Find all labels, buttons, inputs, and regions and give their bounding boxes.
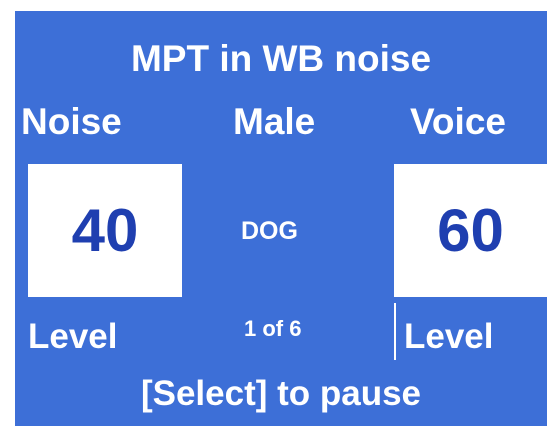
voice-level-box: 60 (394, 164, 547, 297)
current-word: DOG (241, 217, 298, 245)
noise-header: Noise (21, 101, 122, 142)
voice-level-label: Level (404, 317, 494, 356)
mpt-screen: MPT in WB noise Noise Male Voice 40 DOG … (15, 11, 547, 426)
screen-title: MPT in WB noise (130, 38, 432, 79)
level-divider (394, 303, 396, 360)
noise-level-label: Level (28, 317, 118, 356)
noise-level-box: 40 (28, 164, 182, 297)
voice-header: Voice (410, 101, 506, 142)
trial-progress: 1 of 6 (244, 316, 302, 341)
voice-level-value: 60 (437, 197, 504, 264)
pause-instruction: [Select] to pause (140, 374, 422, 413)
talker-header: Male (233, 101, 316, 142)
noise-level-value: 40 (71, 197, 139, 264)
